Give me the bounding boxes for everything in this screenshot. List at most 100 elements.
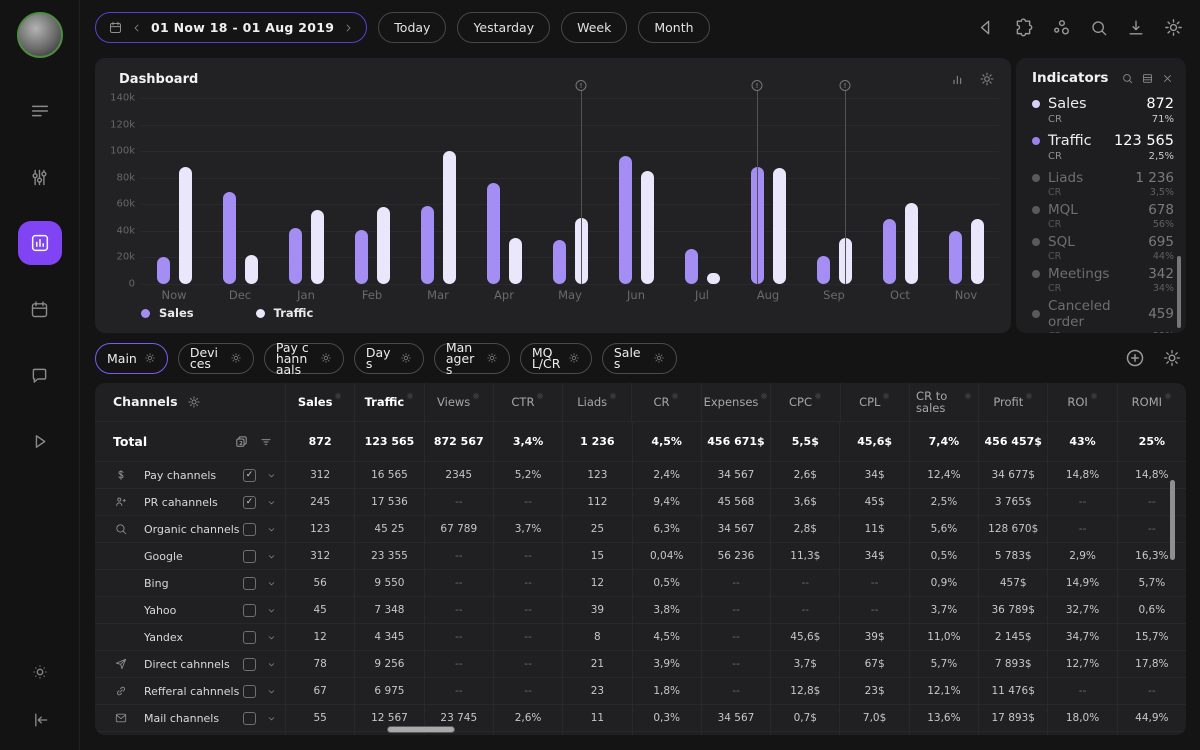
column-header-views[interactable]: Views [424,383,493,421]
filter-chip-pay-channaals[interactable]: Pay channaals [264,343,344,374]
play-icon[interactable] [18,419,62,463]
filters-settings-icon[interactable] [1162,348,1182,368]
indicator-canceled-order[interactable]: Canceled order 459 CR23% [1032,298,1174,333]
funnel-icon[interactable] [259,435,273,449]
prev-period-icon[interactable] [131,22,143,34]
chip-settings-icon[interactable] [320,352,332,364]
column-header-cr[interactable]: CR [631,383,700,421]
indicator-liads[interactable]: Liads 1 236 CR3,5% [1032,170,1174,198]
chevron-down-icon[interactable] [266,713,277,724]
row-checkbox[interactable]: ✓ [243,496,256,509]
column-settings-icon[interactable] [609,392,617,400]
column-settings-icon[interactable] [472,392,480,400]
settings-icon[interactable] [1163,17,1184,38]
chat-icon[interactable] [18,353,62,397]
indicators-search-icon[interactable] [1121,72,1134,85]
column-header-profit[interactable]: Profit [978,383,1047,421]
filter-chip-managers[interactable]: Managers [434,343,510,374]
table-row-organic-channels[interactable]: Organic channels 12345 2567 7893,7%256,3… [95,515,1186,542]
table-row-total[interactable]: Total 2872123 565872 5673,4%1 2364,5%456… [95,421,1186,461]
indicator-meetings[interactable]: Meetings 342 CR34% [1032,266,1174,294]
quick-button-today[interactable]: Today [378,12,446,43]
table-vertical-scrollbar[interactable] [1170,480,1175,560]
bar-type-icon[interactable] [950,71,966,87]
column-header-sales[interactable]: Sales [285,383,354,421]
quick-button-month[interactable]: Month [638,12,709,43]
chip-settings-icon[interactable] [568,352,580,364]
table-row-mail-channels[interactable]: Mail channels 5512 56723 7452,6%110,3%34… [95,704,1186,731]
calendar-icon[interactable] [18,287,62,331]
column-settings-icon[interactable] [882,392,890,400]
legend-traffic[interactable]: Traffic [256,306,314,320]
column-header-cpl[interactable]: CPL [840,383,909,421]
chip-settings-icon[interactable] [653,352,665,364]
chevron-down-icon[interactable] [266,659,277,670]
column-settings-icon[interactable] [1025,392,1033,400]
row-checkbox[interactable] [243,631,256,644]
back-icon[interactable] [975,17,996,38]
column-settings-icon[interactable] [334,392,342,400]
table-row-other[interactable]: Other 124 7861 6482,9%140,8%34 5672,4$4,… [95,731,1186,735]
table-row-google[interactable]: Google 31223 355----150,04%56 23611,3$34… [95,542,1186,569]
sliders-icon[interactable] [18,155,62,199]
column-settings-icon[interactable] [406,392,414,400]
annotation-marker-aug[interactable]: ! [757,86,758,284]
column-settings-icon[interactable] [536,392,544,400]
add-filter-icon[interactable] [1124,347,1146,369]
table-row-yandex[interactable]: Yandex 124 345----84,5%--45,6$39$11,0%2 … [95,623,1186,650]
column-header-cr-to-sales[interactable]: CR to sales [909,383,978,421]
filter-chip-sales[interactable]: Sales [602,343,677,374]
sidebar-item-dashboard[interactable] [18,221,62,265]
filter-chip-devices[interactable]: Devices [178,343,254,374]
chip-settings-icon[interactable] [486,352,498,364]
legend-sales[interactable]: Sales [141,306,194,320]
chevron-down-icon[interactable] [266,605,277,616]
indicator-mql[interactable]: MQL 678 CR56% [1032,202,1174,230]
table-row-yahoo[interactable]: Yahoo 457 348----393,8%------3,7%36 789$… [95,596,1186,623]
puzzle-icon[interactable] [1013,17,1034,38]
row-checkbox[interactable] [243,604,256,617]
chevron-down-icon[interactable] [266,632,277,643]
indicators-close-icon[interactable] [1161,72,1174,85]
download-icon[interactable] [1126,17,1146,38]
column-settings-icon[interactable] [1164,392,1172,400]
column-header-liads[interactable]: Liads [562,383,631,421]
menu-icon[interactable] [18,89,62,133]
column-header-roi[interactable]: ROI [1047,383,1116,421]
filter-chip-mql-cr[interactable]: MQL/CR [520,343,592,374]
column-header-romi[interactable]: ROMI [1117,383,1186,421]
row-checkbox[interactable] [243,577,256,590]
table-row-pay-channels[interactable]: Pay channels ✓ 31216 56523455,2%1232,4%3… [95,461,1186,488]
next-period-icon[interactable] [342,22,354,34]
row-checkbox[interactable] [243,523,256,536]
indicator-traffic[interactable]: Traffic 123 565 CR2,5% [1032,133,1174,162]
chip-settings-icon[interactable] [400,352,412,364]
column-settings-icon[interactable] [1090,392,1098,400]
search-icon[interactable] [1089,17,1109,38]
row-checkbox[interactable] [243,712,256,725]
filter-chip-main[interactable]: Main [95,343,168,374]
table-horizontal-scrollbar[interactable] [387,726,455,733]
chevron-down-icon[interactable] [266,578,277,589]
chevron-down-icon[interactable] [266,686,277,697]
annotation-marker-sep[interactable]: ! [845,86,846,284]
annotation-marker-may[interactable]: ! [581,86,582,284]
table-row-direct-cahnnels[interactable]: Direct cahnnels 789 256----213,9%--3,7$6… [95,650,1186,677]
share-icon[interactable] [1051,17,1072,38]
column-header-expenses[interactable]: Expenses [701,383,771,421]
indicator-sql[interactable]: SQL 695 CR44% [1032,234,1174,262]
filter-chip-days[interactable]: Days [354,343,424,374]
indicator-sales[interactable]: Sales 872 CR71% [1032,96,1174,125]
collapse-sidebar-icon[interactable] [18,698,62,742]
column-header-traffic[interactable]: Traffic [354,383,423,421]
indicators-scrollbar[interactable] [1177,256,1181,328]
row-checkbox[interactable] [243,685,256,698]
row-checkbox[interactable] [243,550,256,563]
chevron-down-icon[interactable] [266,497,277,508]
row-checkbox[interactable] [243,658,256,671]
quick-button-week[interactable]: Week [561,12,627,43]
chip-settings-icon[interactable] [230,352,242,364]
table-row-pr-cahannels[interactable]: PR cahannels ✓ 24517 536----1129,4%45 56… [95,488,1186,515]
table-row-bing[interactable]: Bing 569 550----120,5%------0,9%457$14,9… [95,569,1186,596]
column-settings-icon[interactable] [964,392,972,400]
